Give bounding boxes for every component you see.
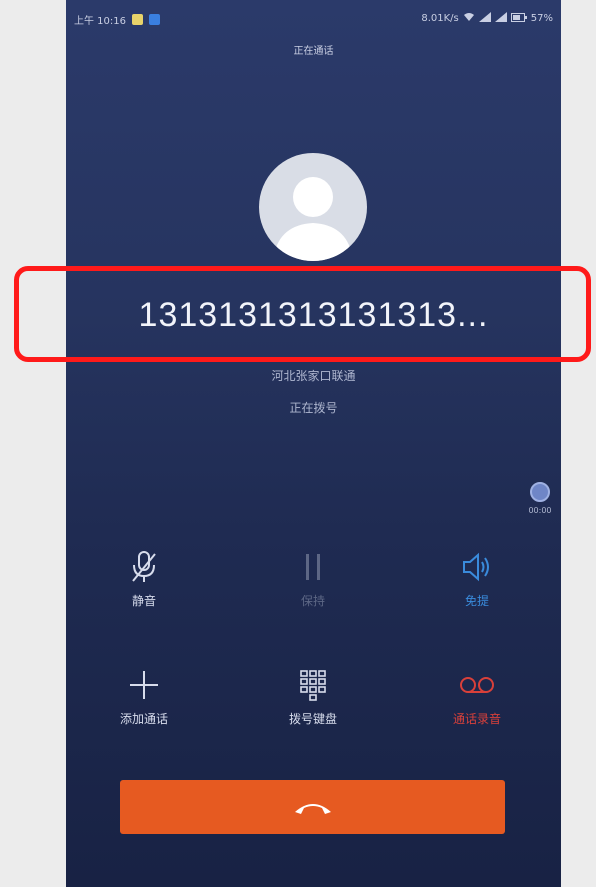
notification-icon <box>132 14 143 25</box>
mute-button[interactable]: 静音 <box>94 550 194 609</box>
network-speed: 8.01K/s <box>421 13 459 24</box>
contact-avatar <box>259 153 367 261</box>
signal-icon-2 <box>494 12 507 25</box>
floating-dot-icon <box>530 482 550 502</box>
voicemail-record-icon <box>460 677 494 693</box>
status-time: 上午 10:16 <box>74 16 126 27</box>
record-button[interactable]: 通话录音 <box>427 668 527 727</box>
call-screen: 上午 10:16 8.01K/s 57% 正在通话 13131313131313… <box>66 0 561 887</box>
add-call-button[interactable]: 添加通话 <box>94 668 194 727</box>
floating-widget-label: 00:00 <box>528 506 552 515</box>
app-notification-icon <box>149 14 160 25</box>
number-highlight-box <box>14 266 591 362</box>
speaker-button[interactable]: 免提 <box>427 550 527 609</box>
person-icon <box>273 177 353 261</box>
keypad-button[interactable]: 拨号键盘 <box>263 668 363 727</box>
hold-label: 保持 <box>300 594 325 608</box>
call-status: 正在拨号 <box>289 401 338 415</box>
dialpad-icon <box>300 670 326 701</box>
end-call-button[interactable] <box>120 780 505 834</box>
signal-icon <box>478 12 491 25</box>
record-label: 通话录音 <box>452 712 501 726</box>
floating-call-widget[interactable]: 00:00 <box>525 482 555 515</box>
microphone-off-icon <box>132 551 156 582</box>
plus-icon <box>130 671 158 699</box>
wifi-icon <box>463 12 475 25</box>
status-bar: 上午 10:16 8.01K/s 57% <box>66 10 561 28</box>
call-label: 正在通话 <box>293 46 334 57</box>
battery-percent: 57% <box>530 13 553 24</box>
add-call-label: 添加通话 <box>119 712 168 726</box>
hold-button[interactable]: 保持 <box>263 550 363 609</box>
mute-label: 静音 <box>131 594 156 608</box>
pause-icon <box>306 554 320 580</box>
speaker-icon <box>463 552 489 582</box>
keypad-label: 拨号键盘 <box>288 712 337 726</box>
caller-location: 河北张家口联通 <box>271 369 356 383</box>
battery-icon <box>510 12 527 25</box>
speaker-label: 免提 <box>464 594 489 608</box>
hang-up-icon <box>294 804 331 814</box>
